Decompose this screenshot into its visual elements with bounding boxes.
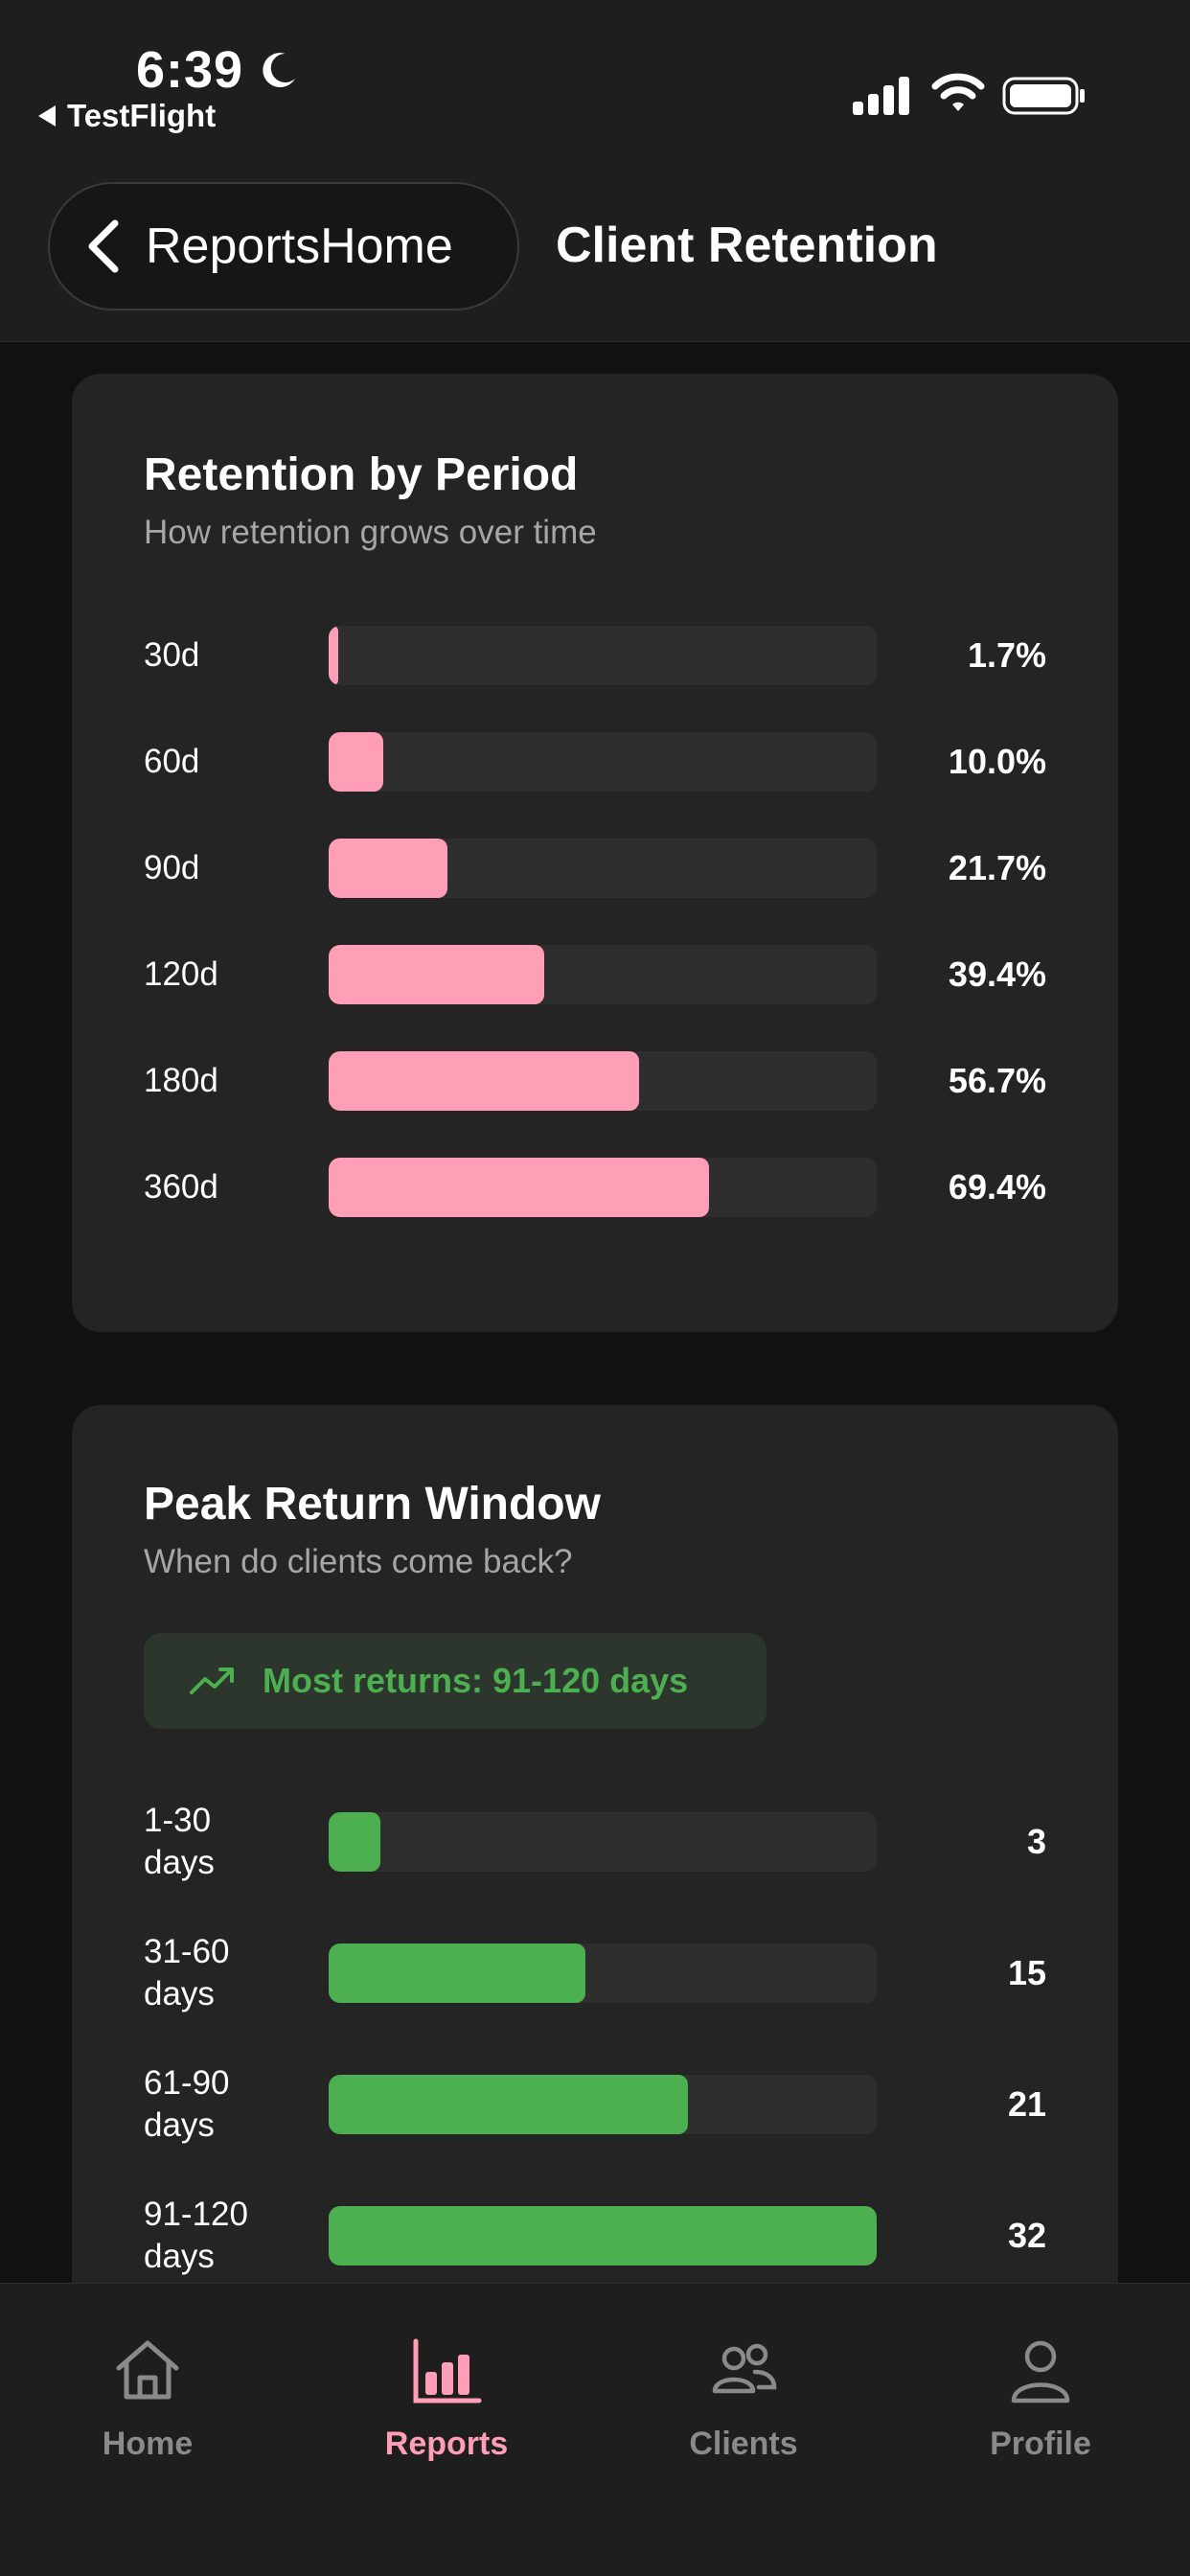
retention-row: 180d 56.7% [72, 1051, 1118, 1111]
peak-card-subtitle: When do clients come back? [144, 1543, 573, 1580]
peak-bar-track [329, 2206, 877, 2266]
retention-label: 360d [144, 1168, 218, 1206]
tab-label: Reports [384, 2426, 509, 2462]
profile-icon [1011, 2340, 1070, 2404]
retention-row: 120d 39.4% [72, 945, 1118, 1004]
retention-bar [329, 732, 383, 792]
retention-row: 60d 10.0% [72, 732, 1118, 792]
peak-bar-track [329, 1812, 877, 1872]
peak-label: 1-30 days [144, 1802, 215, 1881]
peak-row: 91-120 days 32 [72, 2196, 1118, 2275]
trending-up-icon [190, 1668, 234, 1694]
retention-card-subtitle: How retention grows over time [144, 514, 597, 551]
peak-row: 31-60 days 15 [72, 1933, 1118, 2012]
retention-bar [329, 626, 338, 685]
retention-bar-track [329, 945, 877, 1004]
peak-bar [329, 1812, 380, 1872]
tab-label: Clients [689, 2426, 798, 2462]
tab-label: Profile [990, 2426, 1091, 2462]
status-time: 6:39 [136, 41, 244, 99]
peak-value: 3 [1026, 1822, 1046, 1861]
retention-label: 90d [144, 849, 200, 886]
tab-home[interactable]: Home [33, 2334, 263, 2487]
tab-profile[interactable]: Profile [926, 2334, 1156, 2487]
peak-bar-track [329, 2075, 877, 2134]
retention-label: 180d [144, 1062, 218, 1099]
chevron-left-icon [88, 219, 119, 273]
back-triangle-icon [38, 105, 56, 126]
retention-bar-track [329, 839, 877, 898]
back-button-label: ReportsHome [146, 218, 453, 274]
reports-home-back-button[interactable]: ReportsHome [48, 182, 519, 310]
reports-icon [413, 2338, 482, 2404]
wifi-icon [931, 73, 985, 111]
peak-bar [329, 2206, 877, 2266]
retention-card-title: Retention by Period [144, 449, 579, 500]
tab-reports[interactable]: Reports [332, 2334, 561, 2487]
home-icon [116, 2340, 179, 2400]
moon-icon [263, 53, 295, 88]
retention-label: 120d [144, 955, 218, 993]
peak-insight-badge: Most returns: 91-120 days [144, 1633, 767, 1729]
retention-by-period-card: Retention by Period How retention grows … [72, 374, 1118, 1332]
page-title: Client Retention [556, 218, 938, 273]
peak-label: 91-120 days [144, 2196, 248, 2275]
tab-label: Home [102, 2426, 194, 2462]
retention-value: 39.4% [948, 954, 1046, 994]
peak-label: 31-60 days [144, 1933, 230, 2012]
back-to-testflight[interactable]: TestFlight [38, 98, 216, 134]
peak-value: 15 [1007, 1953, 1046, 1992]
peak-bar [329, 2075, 688, 2134]
retention-bar [329, 1051, 639, 1111]
battery-icon [1002, 77, 1085, 115]
retention-row: 90d 21.7% [72, 839, 1118, 898]
retention-row: 360d 69.4% [72, 1158, 1118, 1217]
retention-bar [329, 1158, 709, 1217]
retention-value: 56.7% [948, 1061, 1046, 1100]
retention-bar [329, 945, 544, 1004]
header: 6:39 TestFlight ReportsHome Client Reten… [0, 0, 1190, 342]
peak-value: 21 [1007, 2084, 1046, 2124]
retention-bar-track [329, 1051, 877, 1111]
retention-row: 30d 1.7% [72, 626, 1118, 685]
peak-row: 61-90 days 21 [72, 2064, 1118, 2144]
peak-bar-track [329, 1944, 877, 2003]
retention-value: 69.4% [948, 1167, 1046, 1207]
peak-label: 61-90 days [144, 2064, 230, 2144]
retention-bar [329, 839, 447, 898]
peak-bar [329, 1944, 585, 2003]
retention-bar-track [329, 626, 877, 685]
retention-value: 21.7% [948, 848, 1046, 887]
retention-label: 30d [144, 636, 200, 674]
peak-value: 32 [1007, 2216, 1046, 2255]
retention-value: 10.0% [948, 742, 1046, 781]
retention-bar-track [329, 1158, 877, 1217]
bottom-tab-bar: Home Reports Clients Profile [0, 2283, 1190, 2576]
retention-value: 1.7% [967, 635, 1046, 675]
retention-label: 60d [144, 743, 200, 780]
clients-icon [712, 2343, 777, 2394]
peak-row: 1-30 days 3 [72, 1802, 1118, 1881]
peak-card-title: Peak Return Window [144, 1479, 601, 1530]
tab-clients[interactable]: Clients [629, 2334, 858, 2487]
back-app-label: TestFlight [67, 98, 217, 133]
cellular-signal-icon [853, 77, 909, 115]
peak-insight-text: Most returns: 91-120 days [263, 1661, 689, 1700]
retention-bar-track [329, 732, 877, 792]
